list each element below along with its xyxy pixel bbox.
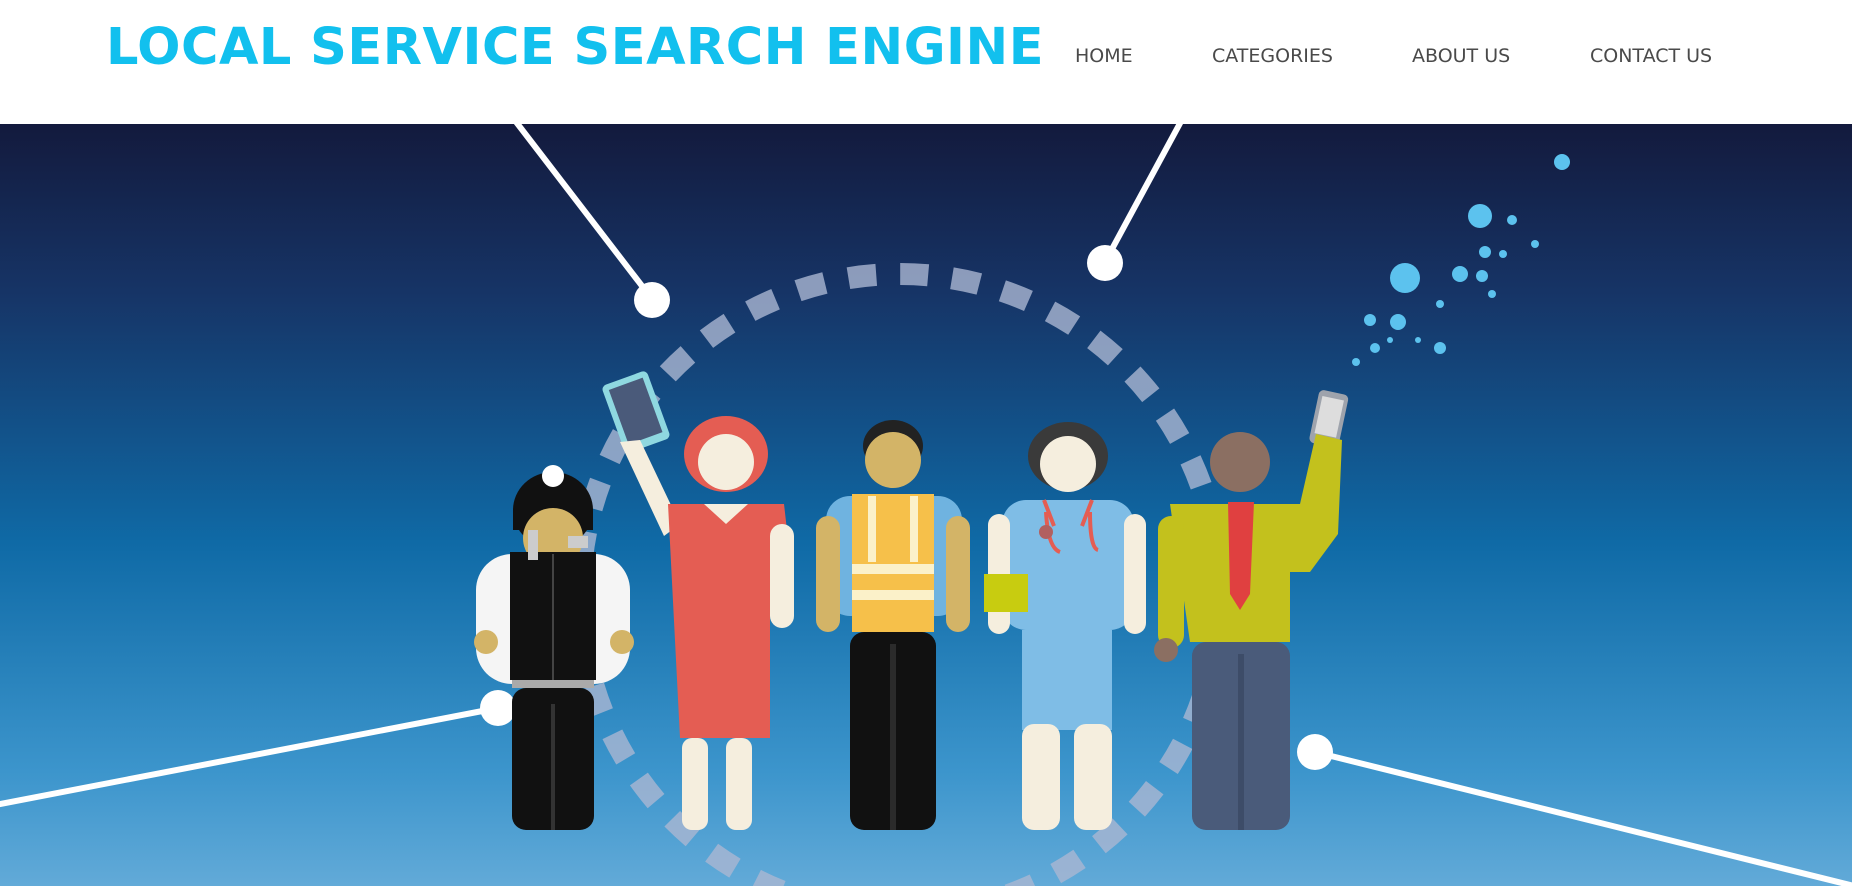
- nav-home[interactable]: HOME: [1075, 42, 1133, 70]
- site-header: LOCAL SERVICE SEARCH ENGINE HOME CATEGOR…: [0, 0, 1852, 124]
- nav-contact-us[interactable]: CONTACT US: [1590, 42, 1712, 70]
- nav-categories[interactable]: CATEGORIES: [1212, 42, 1333, 70]
- site-logo-link[interactable]: LOCAL SERVICE SEARCH ENGINE: [106, 14, 1044, 82]
- hero-illustration: [0, 124, 1852, 886]
- hero-banner: [0, 124, 1852, 886]
- nav-about-us[interactable]: ABOUT US: [1412, 42, 1510, 70]
